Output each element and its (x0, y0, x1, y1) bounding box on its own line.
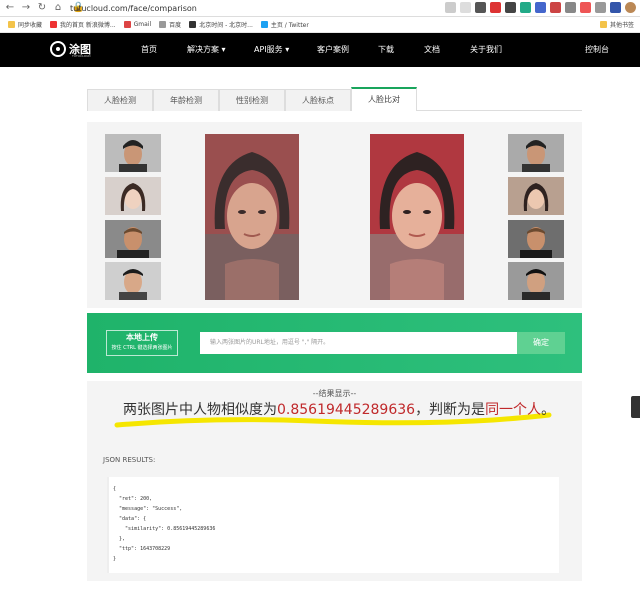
avatar[interactable] (625, 2, 636, 13)
tab-age-detect[interactable]: 年龄检测 (153, 89, 219, 111)
sample-image-thumb[interactable] (508, 134, 564, 172)
verdict: 同一个人 (485, 402, 542, 418)
bookmarks-bar: 同步收藏 我的首页 新浪微博... Gmail 百度 北京时间 - 北京时...… (0, 17, 640, 33)
sample-image-thumb[interactable] (105, 134, 161, 172)
url-field[interactable]: tutucloud.com/face/comparison (70, 2, 460, 15)
home-icon[interactable]: ⌂ (52, 2, 64, 14)
extension-icon[interactable] (535, 2, 546, 13)
portrait-image (508, 134, 564, 172)
confirm-button[interactable]: 确定 (517, 332, 565, 354)
bookmark[interactable]: 我的首页 新浪微博... (50, 20, 116, 29)
portrait-image (508, 262, 564, 300)
extension-bar (445, 2, 636, 13)
nav-about[interactable]: 关于我们 (470, 44, 502, 55)
sample-image-thumb[interactable] (105, 220, 161, 258)
gmail-icon (123, 21, 131, 28)
weibo-icon (50, 21, 58, 28)
tab-face-compare[interactable]: 人脸比对 (351, 87, 417, 111)
local-upload-button[interactable]: 本地上传 按住 CTRL 键选择两张图片 (106, 330, 178, 356)
tab-face-detect[interactable]: 人脸检测 (87, 89, 153, 111)
extension-icon[interactable] (550, 2, 561, 13)
result-label: --结果显示-- (312, 389, 357, 398)
portrait-image (105, 262, 161, 300)
nav-cases[interactable]: 客户案例 (317, 44, 349, 55)
json-line: { (113, 486, 117, 492)
extension-icon[interactable] (475, 2, 486, 13)
bookmark[interactable]: 同步收藏 (8, 20, 42, 29)
forward-icon[interactable]: → (20, 2, 32, 14)
portrait-image (105, 177, 161, 215)
similarity-score: 0.85619445289636 (277, 402, 416, 418)
json-line: "ret": 200, (113, 496, 153, 502)
sample-image-thumb[interactable] (105, 262, 161, 300)
nav-docs[interactable]: 文档 (424, 44, 440, 55)
extension-icon[interactable] (580, 2, 591, 13)
clock-icon (189, 21, 197, 28)
json-line: } (113, 556, 117, 562)
nav-console[interactable]: 控制台 (585, 44, 609, 55)
portrait-image (105, 134, 161, 172)
extension-icon[interactable] (490, 2, 501, 13)
json-line: }, (113, 536, 126, 542)
json-line: "message": "Success", (113, 506, 183, 512)
folder-icon (8, 21, 15, 28)
json-line: "ttp": 1643708229 (113, 546, 171, 552)
site-header: 涂图 TUTUCLOUD 首页 解决方案 ▾ API服务 ▾ 客户案例 下载 文… (0, 33, 640, 67)
back-icon[interactable]: ← (4, 2, 16, 14)
compare-image-left[interactable] (205, 134, 299, 300)
other-bookmarks[interactable]: 其他书签 (599, 20, 634, 29)
nav-solutions[interactable]: 解决方案 ▾ (187, 44, 226, 55)
tab-gender-detect[interactable]: 性别检测 (219, 89, 285, 111)
baidu-icon (159, 21, 167, 28)
extension-icon[interactable] (595, 2, 606, 13)
bookmark[interactable]: 百度 (159, 20, 181, 29)
face-photo (205, 134, 299, 300)
json-results-box: { "ret": 200, "message": "Success", "dat… (107, 477, 559, 573)
json-results-title: JSON RESULTS: (103, 456, 156, 464)
logo-icon (50, 41, 66, 57)
site-logo[interactable]: 涂图 TUTUCLOUD (50, 41, 91, 58)
json-line: "similarity": 0.85619445289636 (113, 526, 216, 532)
portrait-image (105, 220, 161, 258)
portrait-image (508, 220, 564, 258)
nav-home[interactable]: 首页 (141, 44, 157, 55)
similarity-result: 两张图片中人物相似度为0.85619445289636，判断为是同一个人。 (123, 402, 556, 418)
nav-download[interactable]: 下载 (378, 44, 394, 55)
star-icon[interactable] (460, 2, 471, 13)
compare-image-right[interactable] (370, 134, 464, 300)
sample-image-thumb[interactable] (508, 262, 564, 300)
side-float-button[interactable] (631, 396, 640, 418)
folder-icon (599, 21, 607, 28)
extension-icon[interactable] (505, 2, 516, 13)
browser-address-bar: ← → ↻ ⌂ 🔒 tutucloud.com/face/comparison (0, 0, 640, 17)
share-icon[interactable] (445, 2, 456, 13)
feature-tabs: 人脸检测 年龄检测 性别检测 人脸标点 人脸比对 (87, 87, 582, 111)
bookmark[interactable]: 北京时间 - 北京时... (189, 20, 253, 29)
bookmark[interactable]: 主页 / Twitter (260, 20, 309, 29)
sample-image-thumb[interactable] (508, 220, 564, 258)
sample-image-thumb[interactable] (508, 177, 564, 215)
image-url-input[interactable]: 输入两张图片的URL地址，用逗号 "," 隔开。 (200, 332, 518, 354)
extension-icon[interactable] (610, 2, 621, 13)
json-line: "data": { (113, 516, 147, 522)
extension-icon[interactable] (520, 2, 531, 13)
bookmark[interactable]: Gmail (123, 21, 151, 28)
nav-api[interactable]: API服务 ▾ (254, 44, 289, 55)
tab-landmarks[interactable]: 人脸标点 (285, 89, 351, 111)
twitter-icon (260, 21, 268, 28)
face-photo (370, 134, 464, 300)
extension-icon[interactable] (565, 2, 576, 13)
upload-bar: 本地上传 按住 CTRL 键选择两张图片 输入两张图片的URL地址，用逗号 ",… (87, 313, 582, 373)
sample-image-thumb[interactable] (105, 177, 161, 215)
portrait-image (508, 177, 564, 215)
reload-icon[interactable]: ↻ (36, 2, 48, 14)
result-panel: --结果显示-- 两张图片中人物相似度为0.85619445289636，判断为… (87, 381, 582, 581)
